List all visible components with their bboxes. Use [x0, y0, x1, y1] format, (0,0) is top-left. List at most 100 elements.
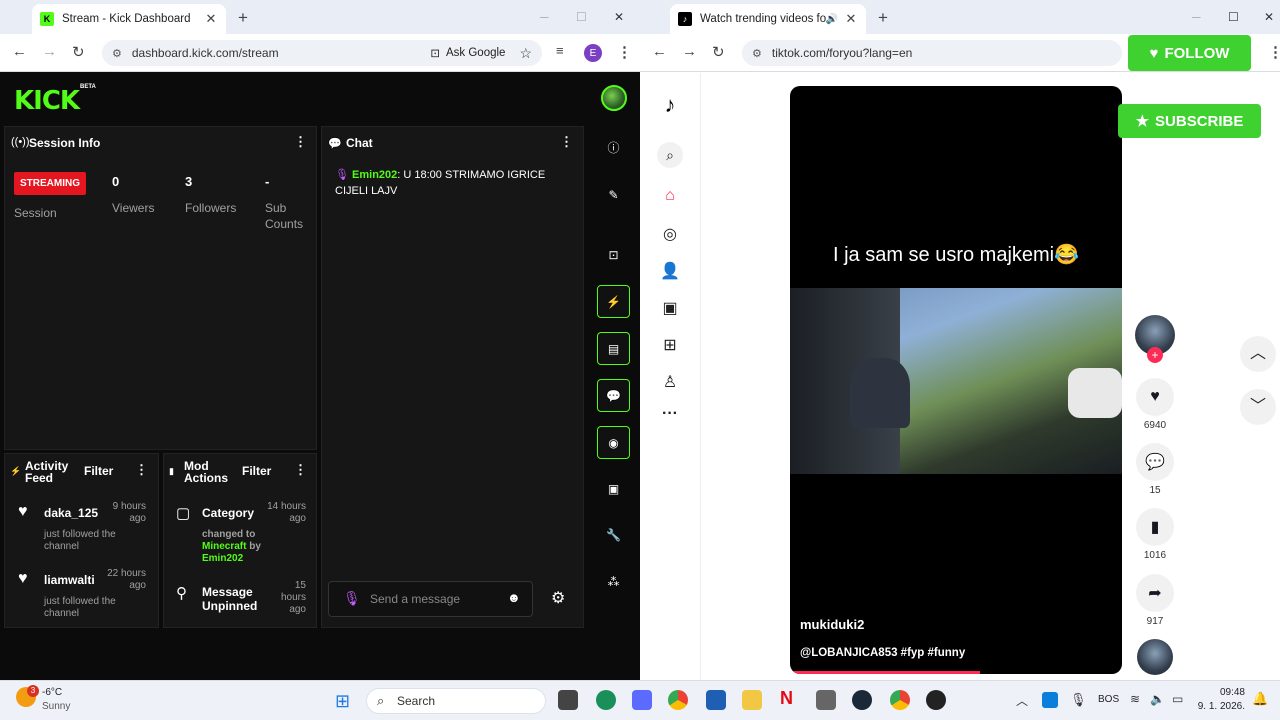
- tray-chevron-icon[interactable]: ︿: [1016, 692, 1028, 709]
- activity-filter-button[interactable]: Filter: [84, 464, 113, 478]
- site-info-icon[interactable]: ⚙: [752, 47, 762, 60]
- bookmark-star-icon[interactable]: ☆: [519, 45, 532, 62]
- wrench-icon[interactable]: 🔧: [597, 518, 630, 551]
- new-tab-icon[interactable]: +: [878, 8, 888, 28]
- layout-icon[interactable]: ▣: [597, 472, 630, 505]
- new-tab-icon[interactable]: +: [238, 8, 248, 28]
- store-icon[interactable]: [706, 690, 726, 710]
- mic-icon[interactable]: 🎙: [343, 590, 361, 607]
- comment-action[interactable]: 💬 15: [1134, 443, 1176, 496]
- address-bar[interactable]: ⚙ tiktok.com/foryou?lang=en: [742, 40, 1122, 66]
- feed-username[interactable]: liamwalti: [44, 573, 95, 587]
- chrome-profile-icon[interactable]: [890, 690, 910, 710]
- upload-icon[interactable]: ⊞: [660, 335, 680, 355]
- minimize-icon[interactable]: ─: [1192, 10, 1201, 24]
- reload-icon[interactable]: ↻: [712, 43, 725, 61]
- address-bar[interactable]: ⚙ dashboard.kick.com/stream ⊡ Ask Google…: [102, 40, 542, 66]
- session-menu-icon[interactable]: ⋮: [294, 134, 307, 150]
- ask-google-button[interactable]: ⊡ Ask Google: [430, 46, 505, 60]
- forward-icon[interactable]: →: [42, 43, 57, 60]
- chrome-icon[interactable]: [668, 690, 688, 710]
- share-action[interactable]: ➦ 917: [1134, 574, 1176, 627]
- media-icon[interactable]: ≡: [556, 43, 564, 58]
- profile-icon[interactable]: ♙: [660, 372, 680, 392]
- audio-playing-icon[interactable]: 🔊: [826, 14, 838, 25]
- chat-input[interactable]: 🎙 Send a message ☻: [328, 581, 533, 617]
- menu-icon[interactable]: ⋮: [1268, 43, 1280, 61]
- netflix-icon[interactable]: N: [780, 688, 793, 709]
- mod-category-link[interactable]: Minecraft: [202, 541, 246, 552]
- lightning-icon[interactable]: ⚡: [597, 285, 630, 318]
- video-progress-bar[interactable]: [790, 671, 980, 674]
- bookmark-icon[interactable]: ▮: [1136, 508, 1174, 546]
- back-icon[interactable]: ←: [652, 43, 667, 60]
- copilot-icon[interactable]: [632, 690, 652, 710]
- chat-settings-gear-icon[interactable]: ⚙: [551, 588, 565, 608]
- info-icon[interactable]: ⓘ: [597, 131, 630, 164]
- menu-icon[interactable]: ⋮: [617, 43, 632, 61]
- follow-plus-icon[interactable]: +: [1147, 347, 1163, 363]
- obs-icon[interactable]: [926, 690, 946, 710]
- steam-icon[interactable]: [852, 690, 872, 710]
- edit-pencil-icon[interactable]: ✎: [597, 178, 630, 211]
- tray-app-icon[interactable]: [1042, 692, 1058, 708]
- comment-icon[interactable]: 💬: [1136, 443, 1174, 481]
- clock-date[interactable]: 9. 1. 2026.: [1190, 701, 1245, 712]
- following-icon[interactable]: 👤: [660, 261, 680, 281]
- mod-menu-icon[interactable]: ⋮: [294, 462, 307, 478]
- chat-tool-icon[interactable]: 💬: [597, 379, 630, 412]
- emoji-icon[interactable]: ☻: [507, 590, 521, 605]
- share-nodes-icon[interactable]: ⁂: [597, 565, 630, 598]
- chat-username[interactable]: Emin202: [352, 169, 397, 181]
- keyboard-language[interactable]: BOS: [1098, 694, 1119, 705]
- home-icon[interactable]: ⌂: [660, 187, 680, 205]
- back-icon[interactable]: ←: [12, 43, 27, 60]
- microphone-icon[interactable]: 🎙: [1070, 692, 1087, 708]
- close-window-icon[interactable]: ✕: [614, 10, 624, 24]
- tiktok-logo-icon[interactable]: ♪: [660, 92, 680, 118]
- edge-icon[interactable]: [596, 690, 616, 710]
- close-tab-icon[interactable]: ✕: [844, 11, 858, 27]
- like-action[interactable]: ♥ 6940: [1134, 378, 1176, 431]
- kick-logo[interactable]: KICK: [14, 86, 80, 116]
- weather-temp[interactable]: -6°C: [42, 687, 62, 698]
- feed-username[interactable]: daka_125: [44, 506, 98, 520]
- notes-icon[interactable]: ▤: [597, 332, 630, 365]
- mod-user-link[interactable]: Emin202: [202, 553, 243, 564]
- save-action[interactable]: ▮ 1016: [1134, 508, 1176, 561]
- minimize-icon[interactable]: ─: [540, 10, 549, 24]
- chevron-down-icon[interactable]: ﹀: [1240, 389, 1276, 425]
- volume-icon[interactable]: 🔈: [1150, 692, 1165, 706]
- windows-start-icon[interactable]: ⊞: [335, 691, 350, 712]
- profile-avatar[interactable]: E: [584, 44, 602, 62]
- close-window-icon[interactable]: ✕: [1264, 10, 1274, 24]
- broadcast-tool-icon[interactable]: ◉: [597, 426, 630, 459]
- clock-time[interactable]: 09:48: [1195, 687, 1245, 698]
- explore-compass-icon[interactable]: ◎: [660, 224, 680, 244]
- more-icon[interactable]: ···: [660, 405, 680, 423]
- close-tab-icon[interactable]: ✕: [204, 11, 218, 27]
- wifi-icon[interactable]: ≋: [1130, 692, 1140, 706]
- chat-menu-icon[interactable]: ⋮: [560, 134, 573, 150]
- maximize-icon[interactable]: ☐: [1228, 10, 1239, 24]
- notification-bell-icon[interactable]: 🔔: [1252, 691, 1268, 707]
- tab-tiktok[interactable]: ♪ Watch trending videos for y 🔊 ✕: [670, 4, 866, 34]
- site-info-icon[interactable]: ⚙: [112, 47, 122, 60]
- heart-icon[interactable]: ♥: [1136, 378, 1174, 416]
- next-creator-avatar[interactable]: [1137, 639, 1173, 675]
- tab-kick-dashboard[interactable]: K Stream - Kick Dashboard ✕: [32, 4, 226, 34]
- share-arrow-icon[interactable]: ➦: [1136, 574, 1174, 612]
- search-icon[interactable]: ⌕: [657, 142, 683, 168]
- video-player[interactable]: I ja sam se usro majkemi😂 mukiduki2 @LOB…: [790, 86, 1122, 674]
- user-avatar[interactable]: [601, 85, 627, 111]
- chevron-up-icon[interactable]: ︿: [1240, 336, 1276, 372]
- video-author[interactable]: mukiduki2: [800, 617, 864, 632]
- screenshot-icon[interactable]: ⊡: [597, 238, 630, 271]
- maximize-icon[interactable]: ☐: [576, 10, 587, 24]
- camera-icon[interactable]: [816, 690, 836, 710]
- live-tv-icon[interactable]: ▣: [660, 298, 680, 318]
- reload-icon[interactable]: ↻: [72, 43, 85, 61]
- activity-menu-icon[interactable]: ⋮: [135, 462, 148, 478]
- video-description[interactable]: @LOBANJICA853 #fyp #funny: [800, 647, 965, 659]
- forward-icon[interactable]: →: [682, 43, 697, 60]
